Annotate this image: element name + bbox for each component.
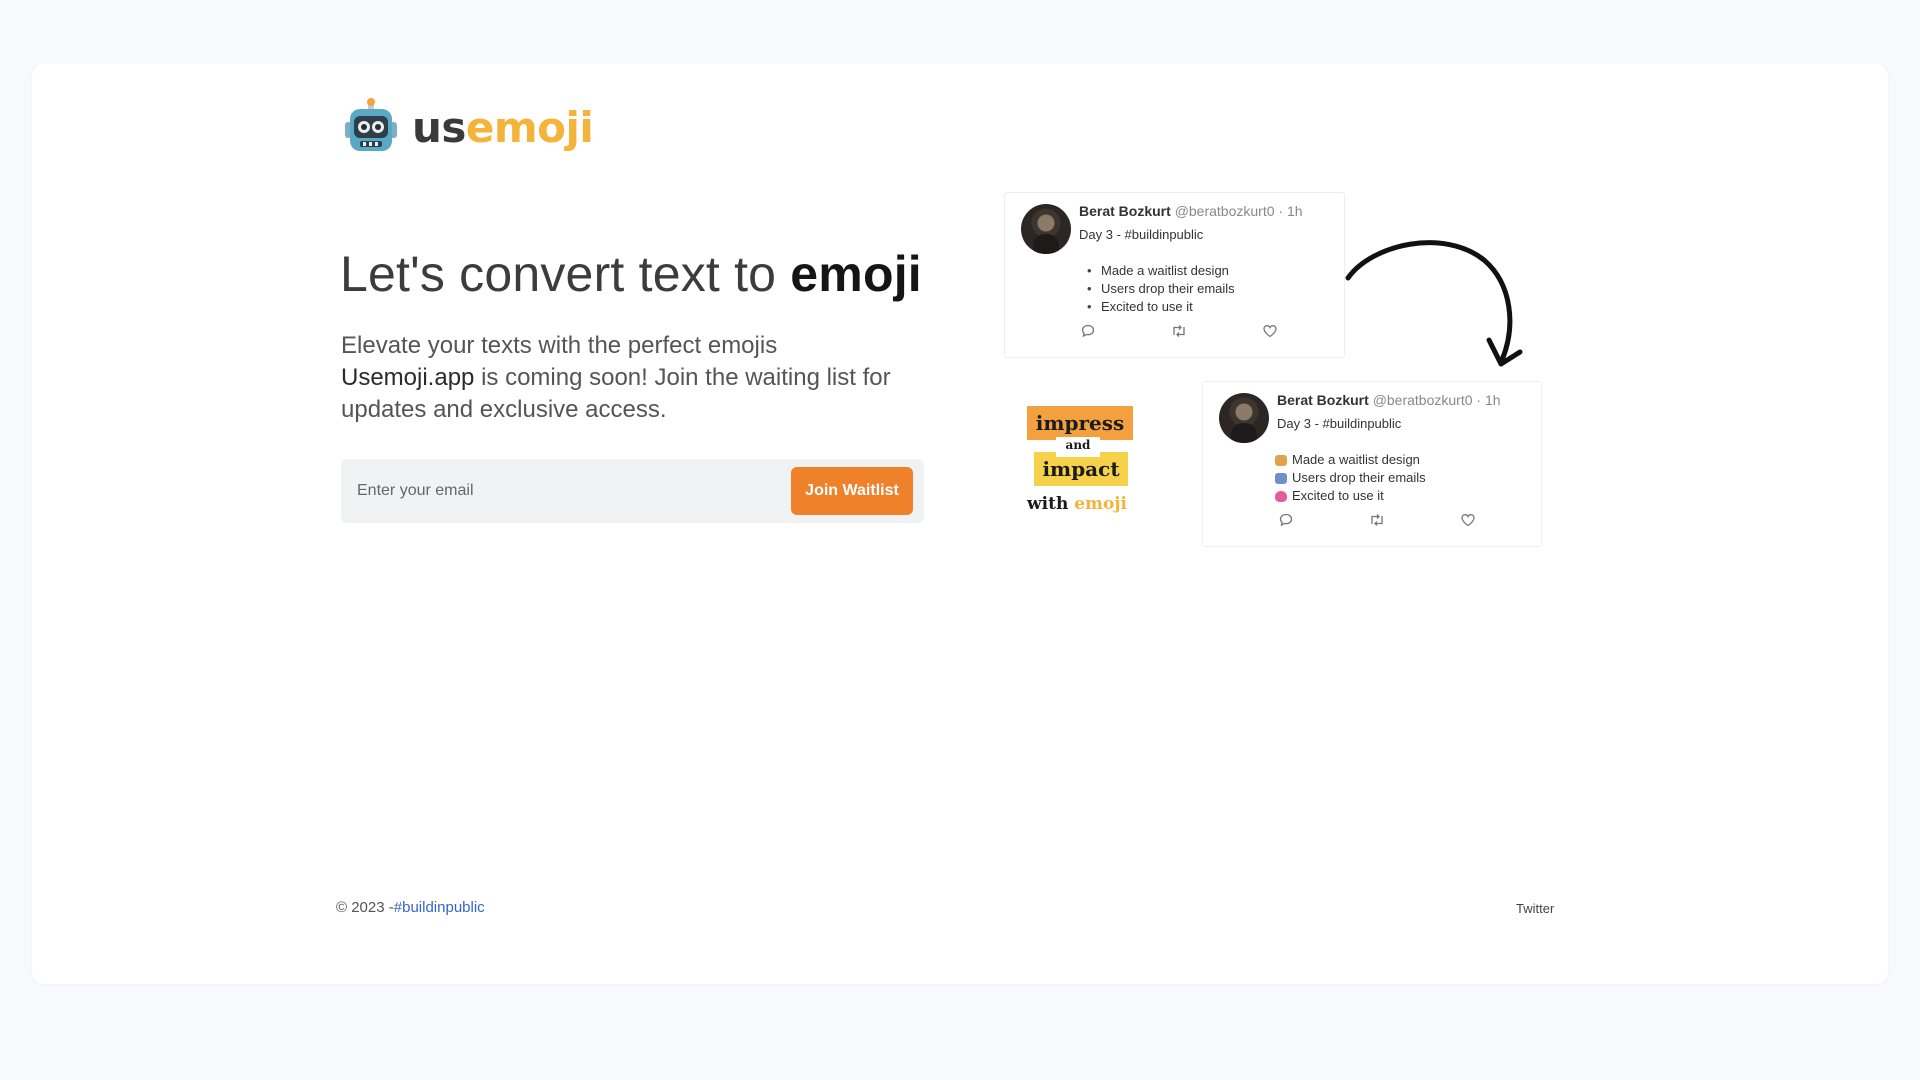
twitter-link[interactable]: Twitter bbox=[1516, 901, 1554, 916]
graphic-with-emoji: with emoji bbox=[1027, 494, 1127, 514]
hero-line-1: Elevate your texts with the perfect emoj… bbox=[341, 332, 778, 359]
list-item: Made a waitlist design bbox=[1275, 451, 1426, 469]
tweet-actions bbox=[1277, 511, 1477, 529]
headline: Let's convert text to emoji bbox=[340, 245, 922, 303]
list-item: Users drop their emails bbox=[1275, 469, 1426, 487]
copyright-text: © 2023 - bbox=[336, 899, 394, 916]
reply-icon bbox=[1079, 322, 1097, 340]
retweet-icon bbox=[1170, 322, 1188, 340]
list-item: • Users drop their emails bbox=[1079, 280, 1235, 298]
logo[interactable]: usemoji bbox=[342, 98, 594, 156]
buildinpublic-link[interactable]: #buildinpublic bbox=[394, 899, 485, 916]
tweet-author: Berat Bozkurt bbox=[1079, 203, 1171, 219]
headline-text: Let's convert text to bbox=[340, 246, 791, 302]
tweet-header: Berat Bozkurt @beratbozkurt0 · 1h bbox=[1277, 392, 1501, 408]
email-input[interactable] bbox=[341, 459, 781, 523]
main-card bbox=[32, 64, 1888, 984]
tweet-handle: @beratbozkurt0 bbox=[1174, 203, 1275, 219]
curved-arrow-icon bbox=[1345, 240, 1523, 367]
impress-impact-graphic: impress impact and with emoji bbox=[1024, 402, 1138, 524]
logo-text: usemoji bbox=[412, 102, 594, 152]
avatar bbox=[1021, 204, 1071, 254]
avatar bbox=[1219, 393, 1269, 443]
waitlist-form: Join Waitlist bbox=[341, 459, 924, 523]
hero-description: Elevate your texts with the perfect emoj… bbox=[341, 330, 941, 426]
bullet-icon: • bbox=[1087, 281, 1092, 296]
tweet-card-before: Berat Bozkurt @beratbozkurt0 · 1h Day 3 … bbox=[1004, 192, 1345, 358]
tweet-list: • Made a waitlist design • Users drop thei… bbox=[1079, 262, 1235, 316]
robot-icon bbox=[345, 98, 397, 151]
graphic-with: with bbox=[1027, 494, 1075, 514]
logo-accent: emoji bbox=[465, 102, 594, 152]
tweet-handle: @beratbozkurt0 bbox=[1372, 392, 1473, 408]
graphic-word-and: and bbox=[1056, 437, 1100, 457]
list-item: • Excited to use it bbox=[1079, 298, 1235, 316]
heart-icon bbox=[1261, 322, 1279, 340]
bullet-icon: • bbox=[1087, 263, 1092, 278]
inbox-tray-icon bbox=[1275, 473, 1287, 484]
headline-emphasis: emoji bbox=[790, 246, 922, 302]
brand-name: Usemoji.app bbox=[341, 364, 475, 391]
bullet-icon: • bbox=[1087, 299, 1092, 314]
sparkling-heart-icon bbox=[1275, 491, 1287, 502]
list-item-text: Excited to use it bbox=[1292, 488, 1384, 503]
graphic-word-impress: impress bbox=[1027, 406, 1133, 440]
tweet-time: · 1h bbox=[1472, 392, 1501, 408]
tweet-card-after: Berat Bozkurt @beratbozkurt0 · 1h Day 3 … bbox=[1202, 381, 1542, 547]
list-item: Excited to use it bbox=[1275, 487, 1426, 505]
graphic-word-impact: impact bbox=[1034, 452, 1128, 486]
join-waitlist-button[interactable]: Join Waitlist bbox=[791, 467, 913, 515]
list-item-text: Users drop their emails bbox=[1101, 281, 1235, 296]
tweet-list: Made a waitlist design Users drop their … bbox=[1275, 451, 1426, 505]
list-item-text: Made a waitlist design bbox=[1101, 263, 1229, 278]
tweet-subtitle: Day 3 - #buildinpublic bbox=[1079, 227, 1204, 242]
palette-icon bbox=[1275, 455, 1287, 466]
tweet-actions bbox=[1079, 322, 1279, 340]
list-item-text: Excited to use it bbox=[1101, 299, 1193, 314]
footer-copyright: © 2023 -#buildinpublic bbox=[336, 899, 485, 916]
reply-icon bbox=[1277, 511, 1295, 529]
list-item: • Made a waitlist design bbox=[1079, 262, 1235, 280]
tweet-time: · 1h bbox=[1274, 203, 1303, 219]
tweet-author: Berat Bozkurt bbox=[1277, 392, 1369, 408]
tweet-header: Berat Bozkurt @beratbozkurt0 · 1h bbox=[1079, 203, 1303, 219]
list-item-text: Made a waitlist design bbox=[1292, 452, 1420, 467]
heart-icon bbox=[1459, 511, 1477, 529]
graphic-accent: emoji bbox=[1074, 494, 1127, 514]
retweet-icon bbox=[1368, 511, 1386, 529]
logo-prefix: us bbox=[412, 102, 466, 152]
tweet-subtitle: Day 3 - #buildinpublic bbox=[1277, 416, 1402, 431]
list-item-text: Users drop their emails bbox=[1292, 470, 1426, 485]
